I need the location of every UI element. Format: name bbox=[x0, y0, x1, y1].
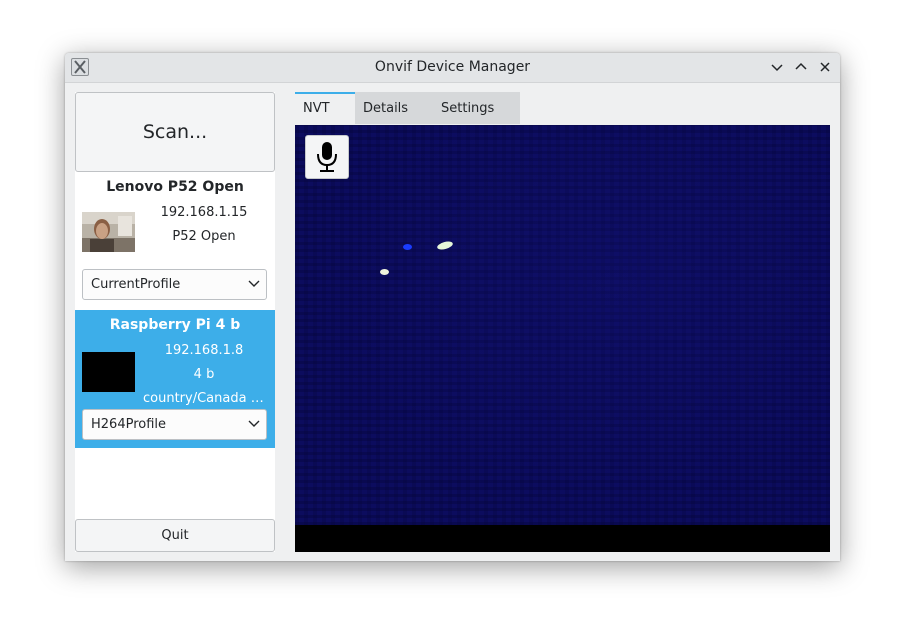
device-name: Lenovo P52 Open bbox=[106, 179, 244, 195]
device-thumbnail bbox=[82, 352, 135, 392]
device-thumbnail bbox=[82, 212, 135, 252]
device-ip: 192.168.1.15 bbox=[160, 205, 248, 220]
device-name: Raspberry Pi 4 b bbox=[109, 317, 241, 333]
video-highlight bbox=[436, 240, 454, 251]
video-frame bbox=[295, 125, 830, 525]
tab-nvt[interactable]: NVT bbox=[295, 92, 355, 124]
device-list-panel: Scan... Lenovo P52 Open 192.168.1.15 P52… bbox=[75, 92, 275, 552]
device-model: P52 Open bbox=[172, 229, 236, 244]
window-title: Onvif Device Manager bbox=[374, 59, 531, 75]
tab-details[interactable]: Details bbox=[355, 92, 433, 124]
video-highlight bbox=[403, 244, 412, 250]
app-window: Onvif Device Manager Scan... Lenovo P52 … bbox=[65, 53, 840, 561]
profile-select[interactable]: CurrentProfile bbox=[82, 269, 267, 300]
title-bar[interactable]: Onvif Device Manager bbox=[65, 53, 840, 83]
minimize-icon[interactable] bbox=[768, 58, 786, 76]
device-location: country/Canada c... bbox=[143, 391, 267, 406]
device-model: 4 b bbox=[193, 367, 215, 382]
profile-select-value: CurrentProfile bbox=[91, 277, 181, 292]
device-card-raspberry[interactable]: Raspberry Pi 4 b 192.168.1.8 4 b country… bbox=[75, 310, 275, 448]
microphone-icon bbox=[317, 142, 337, 172]
device-card-lenovo[interactable]: Lenovo P52 Open 192.168.1.15 P52 Open Cu… bbox=[75, 172, 275, 308]
maximize-icon[interactable] bbox=[792, 58, 810, 76]
profile-select[interactable]: H264Profile bbox=[82, 409, 267, 440]
close-icon[interactable] bbox=[816, 58, 834, 76]
chevron-down-icon bbox=[248, 420, 260, 427]
scan-button[interactable]: Scan... bbox=[75, 92, 275, 172]
quit-button[interactable]: Quit bbox=[75, 519, 275, 552]
microphone-button[interactable] bbox=[305, 135, 349, 179]
video-highlight bbox=[380, 269, 389, 275]
profile-select-value: H264Profile bbox=[91, 417, 167, 432]
chevron-down-icon bbox=[248, 280, 260, 287]
device-ip: 192.168.1.8 bbox=[164, 343, 244, 358]
tab-settings[interactable]: Settings bbox=[433, 92, 520, 124]
video-view[interactable] bbox=[295, 125, 830, 552]
